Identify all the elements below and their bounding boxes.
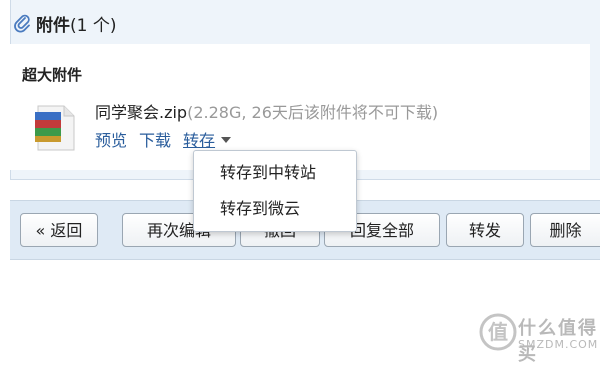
back-button[interactable]: « 返回 (20, 213, 98, 247)
attachment-actions: 预览 下载 转存 (95, 127, 232, 151)
attachment-header: 附件 (1 个) (14, 10, 116, 36)
watermark: 值 什么值得买 SMZDM.COM (478, 312, 599, 365)
attachment-count: (1 个) (70, 15, 117, 36)
menu-item-save-to-weiyun[interactable]: 转存到微云 (194, 191, 356, 227)
menu-item-save-to-transfer[interactable]: 转存到中转站 (194, 155, 356, 191)
attachment-title: 附件 (36, 15, 70, 36)
delete-button[interactable]: 删除 (530, 213, 600, 247)
download-link[interactable]: 下载 (139, 127, 171, 151)
section-title: 超大附件 (22, 66, 83, 84)
paperclip-icon (14, 14, 30, 33)
forward-button[interactable]: 转发 (446, 213, 524, 247)
svg-text:值: 值 (488, 320, 508, 344)
file-name-line: 同学聚会.zip(2.28G, 26天后该附件将不可下载) (95, 99, 438, 123)
chevron-down-icon[interactable] (221, 137, 232, 143)
save-dropdown-menu: 转存到中转站 转存到微云 (193, 150, 357, 232)
watermark-site: SMZDM.COM (518, 338, 599, 351)
preview-link[interactable]: 预览 (95, 127, 127, 151)
file-name: 同学聚会.zip (95, 103, 188, 122)
zip-archive-icon (35, 105, 75, 151)
smzdm-logo-icon: 值 (479, 313, 517, 351)
file-meta: (2.28G, 26天后该附件将不可下载) (187, 103, 439, 122)
save-link[interactable]: 转存 (183, 127, 215, 151)
